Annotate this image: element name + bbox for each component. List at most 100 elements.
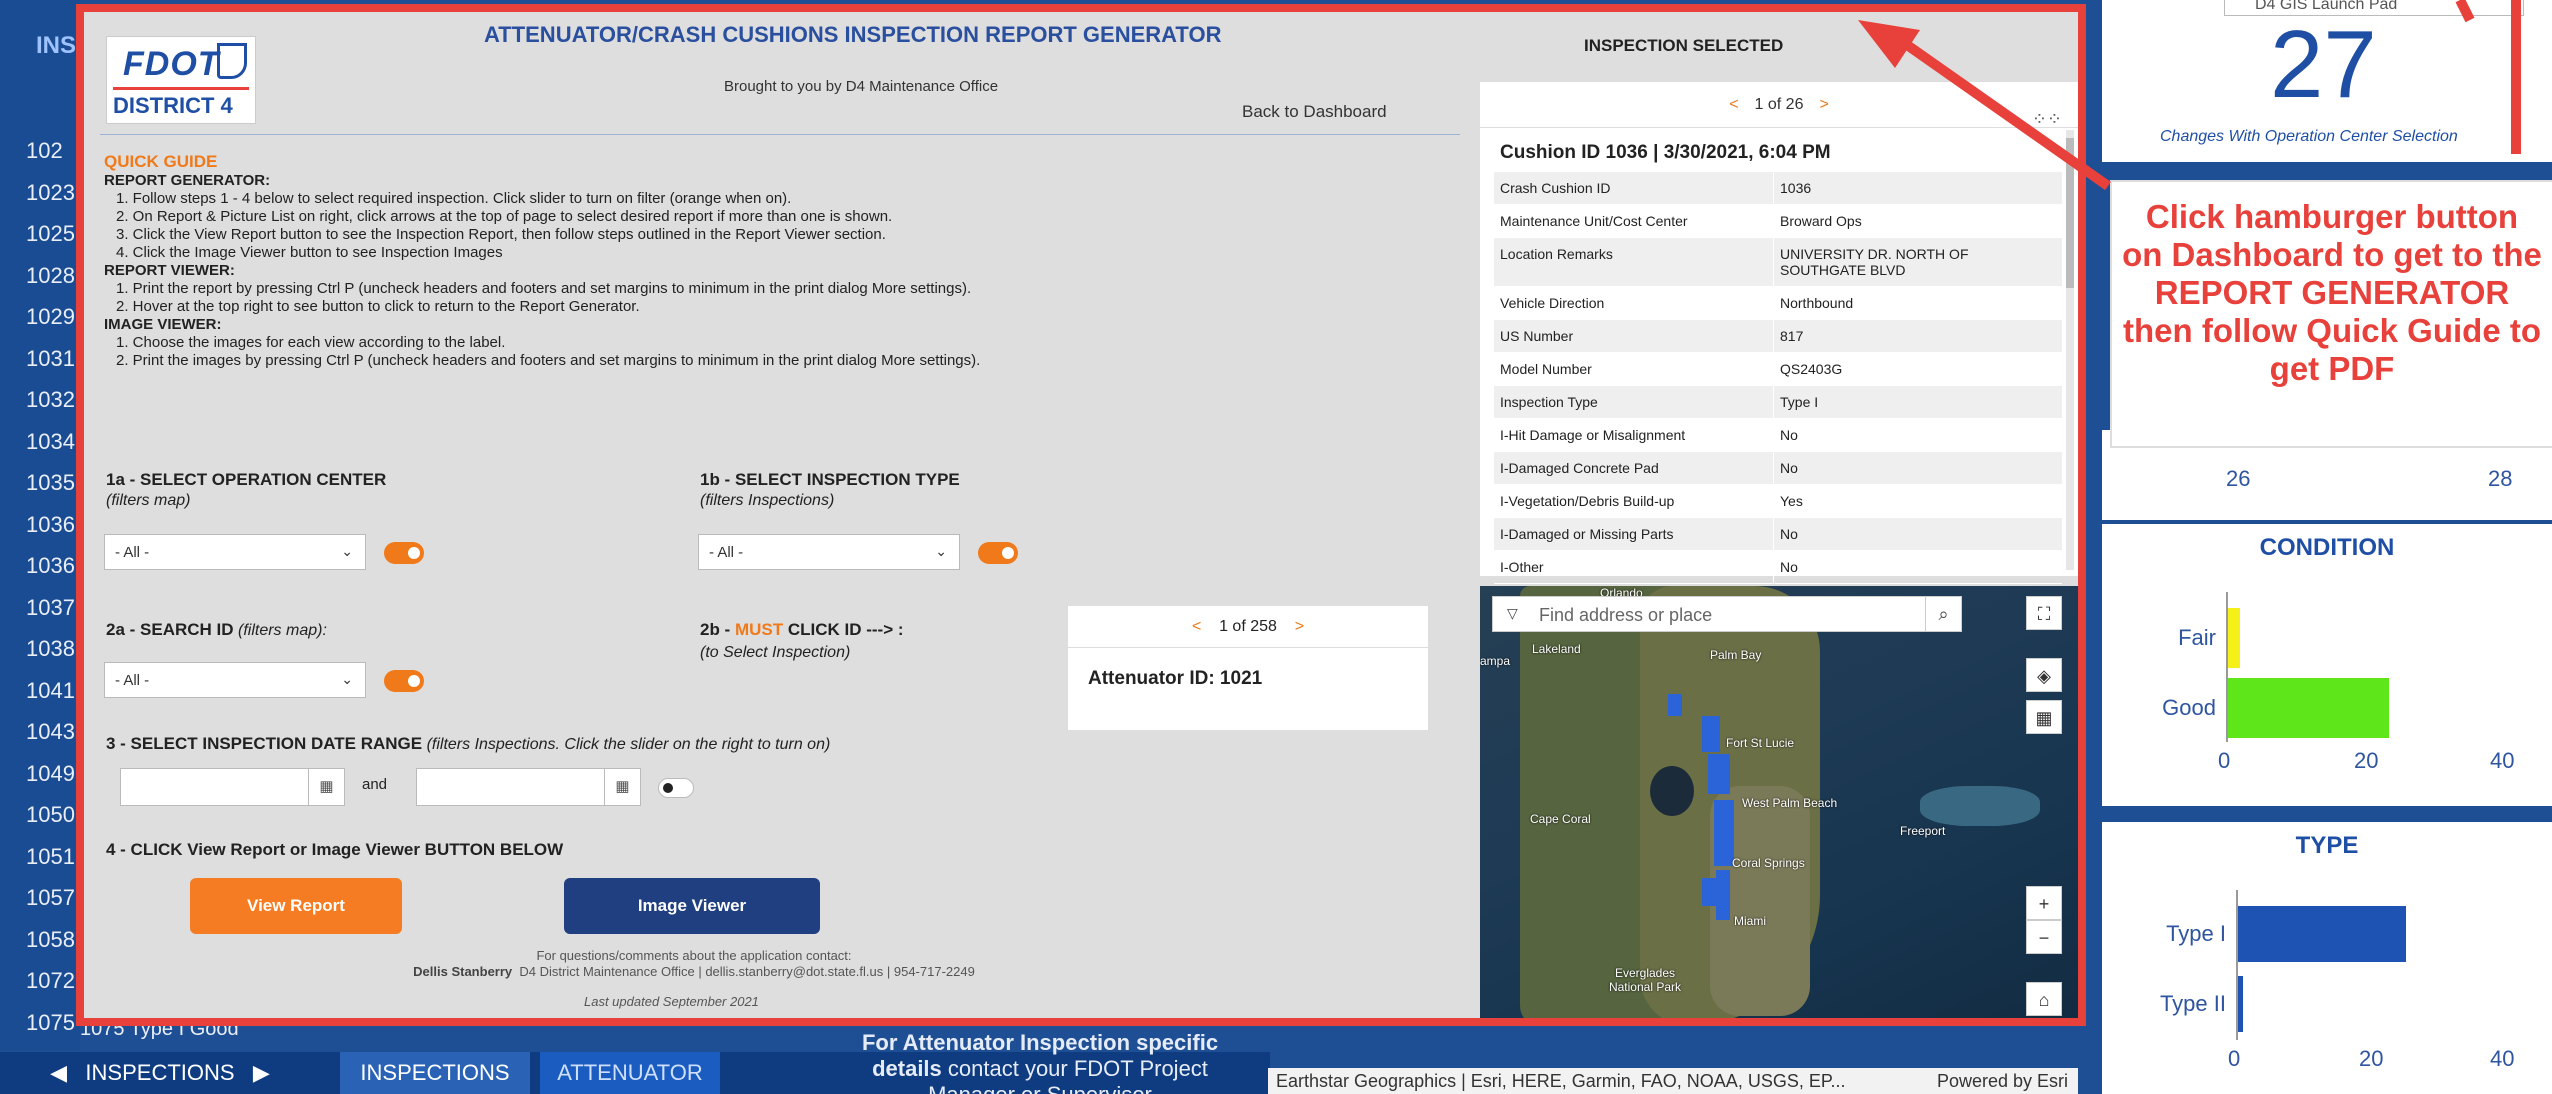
field-label: I-Other [1494, 551, 1774, 583]
left-list-item[interactable]: 1043 [0, 711, 80, 753]
inspection-type-filter-toggle[interactable] [978, 542, 1018, 564]
left-id-list: 102 1023 1025 1028 1029 1031 1032 1034 1035 1036 1… [0, 130, 80, 1043]
back-to-dashboard-link[interactable]: Back to Dashboard [1242, 102, 1387, 122]
field-value: No [1780, 559, 1798, 575]
inspection-row: Vehicle Direction Northbound [1494, 287, 2062, 320]
field-label: US Number [1494, 320, 1774, 352]
search-icon[interactable]: ⌕ [1925, 597, 1961, 631]
zoom-out-icon[interactable]: − [2026, 920, 2062, 954]
left-list-item[interactable]: 1028 [0, 255, 80, 297]
inspection-row: Inspection Type Type I [1494, 386, 2062, 419]
tab-attenuator[interactable]: ATTENUATOR [540, 1052, 720, 1094]
left-list-item[interactable]: 1035 [0, 462, 80, 504]
operation-center-filter-toggle[interactable] [384, 542, 424, 564]
chevron-right-icon[interactable]: ▶ [253, 1060, 270, 1085]
chevron-left-icon[interactable]: ◀ [50, 1060, 67, 1085]
search-id-filter-toggle[interactable] [384, 670, 424, 692]
zoom-in-icon[interactable]: + [2026, 886, 2062, 920]
search-id-select[interactable]: - All - ⌄ [104, 662, 366, 698]
condition-chart-title: CONDITION [2259, 534, 2395, 561]
left-list-item[interactable]: 1038 [0, 628, 80, 670]
inspection-row: I-Damaged Concrete Pad No [1494, 452, 2062, 485]
calendar-icon[interactable]: ▦ [308, 769, 344, 805]
map-search-input[interactable]: ▽ Find address or place ⌕ [1492, 596, 1962, 632]
left-list-item[interactable]: 1050 [0, 794, 80, 836]
inspection-type-select[interactable]: - All - ⌄ [698, 534, 960, 570]
home-icon[interactable]: ⌂ [2026, 982, 2062, 1016]
city-label: Cape Coral [1530, 812, 1591, 826]
city-label: Lakeland [1532, 642, 1581, 656]
basemap-gallery-icon[interactable]: ▦ [2026, 700, 2062, 734]
image-viewer-button[interactable]: Image Viewer [564, 878, 820, 934]
map-marker[interactable] [1702, 716, 1720, 752]
left-list-item[interactable]: 1072 [0, 960, 80, 1002]
view-report-button[interactable]: View Report [190, 878, 402, 934]
date-range-filter-toggle[interactable] [658, 778, 694, 798]
field-label: I-Vegetation/Debris Build-up [1494, 485, 1774, 517]
quick-guide-line: 1. Print the report by pressing Ctrl P (… [116, 280, 972, 297]
grid-view-icon[interactable]: ⁘⁘ [2032, 96, 2062, 142]
step-2a-label: 2a - SEARCH ID [106, 620, 234, 639]
calendar-icon[interactable]: ▦ [604, 769, 640, 805]
left-list-item[interactable]: 1023 [0, 172, 80, 214]
map-marker[interactable] [1668, 694, 1682, 716]
step-1b-sub: (filters Inspections) [700, 492, 835, 509]
chart-bar[interactable] [2226, 678, 2390, 738]
map-view[interactable]: Orlando Lakeland Palm Bay ampa Fort St L… [1480, 586, 2078, 1018]
field-value: 817 [1780, 328, 1804, 344]
prev-arrow-icon[interactable]: < [1713, 96, 1754, 113]
map-marker[interactable] [1702, 878, 1724, 906]
next-arrow-icon[interactable]: > [1803, 96, 1844, 113]
left-list-item[interactable]: 1036 [0, 504, 80, 546]
left-list-item[interactable]: 1037 [0, 587, 80, 629]
prev-arrow-icon[interactable]: < [1192, 618, 1201, 635]
category-label: Type I [2166, 921, 2226, 946]
attenuator-id[interactable]: Attenuator ID: 1021 [1088, 668, 1262, 690]
inspection-scrollbar[interactable] [2066, 130, 2074, 570]
left-list-item[interactable]: 1057 [0, 877, 80, 919]
layers-icon[interactable]: ◈ [2026, 658, 2062, 692]
left-list-item[interactable]: 1041 [0, 670, 80, 712]
step-4-label: 4 - CLICK View Report or Image Viewer BU… [106, 840, 564, 859]
left-list-item[interactable]: 102 [0, 130, 80, 172]
left-list-item[interactable]: 1025 [0, 213, 80, 255]
left-list-item[interactable]: 1034 [0, 421, 80, 463]
inspection-row: I-Hit Damage or Misalignment No [1494, 419, 2062, 452]
category-label: Type II [2159, 991, 2226, 1016]
field-value: Broward Ops [1780, 213, 1862, 229]
quick-guide-line: 2. Print the images by pressing Ctrl P (… [116, 352, 981, 369]
left-list-item[interactable]: 1051 [0, 836, 80, 878]
left-list-item[interactable]: 1075 [0, 1002, 80, 1044]
fullscreen-icon[interactable]: ⛶ [2026, 596, 2062, 630]
inspection-table: Crash Cushion ID 1036 Maintenance Unit/Cos… [1494, 172, 2062, 584]
florida-map-icon [217, 43, 247, 79]
map-marker[interactable] [1708, 754, 1730, 794]
chart-bar[interactable] [2226, 608, 2240, 668]
left-list-item[interactable]: 1031 [0, 338, 80, 380]
inspection-row: I-Vegetation/Debris Build-up Yes [1494, 485, 2062, 518]
quick-guide-line: REPORT VIEWER: [104, 262, 235, 279]
left-list-item[interactable]: 1036 [0, 545, 80, 587]
next-arrow-icon[interactable]: > [1295, 618, 1304, 635]
tab-inspections-left[interactable]: ◀ INSPECTIONS ▶ [30, 1052, 290, 1094]
chart-bar[interactable] [2236, 906, 2407, 962]
end-date-input[interactable]: ▦ [416, 768, 641, 806]
tick-label: 0 [2228, 1046, 2241, 1071]
step-1b-label: 1b - SELECT INSPECTION TYPE [700, 470, 960, 489]
city-label: West Palm Beach [1742, 796, 1838, 810]
map-marker[interactable] [1714, 800, 1734, 866]
attenuator-id-card[interactable]: < 1 of 258 > Attenuator ID: 1021 [1068, 606, 1428, 730]
operation-center-select[interactable]: - All - ⌄ [104, 534, 366, 570]
hist-tick-label: 26 [2226, 466, 2251, 491]
left-list-item[interactable]: 1049 [0, 753, 80, 795]
search-source-dropdown-icon[interactable]: ▽ [1507, 605, 1518, 622]
left-list-item[interactable]: 1029 [0, 296, 80, 338]
left-list-item[interactable]: 1032 [0, 379, 80, 421]
y-axis-line [2236, 890, 2238, 1040]
left-list-item[interactable]: 1058 [0, 919, 80, 961]
fdot-logo: FDOT DISTRICT 4 [106, 36, 256, 124]
field-label: I-Damaged Concrete Pad [1494, 452, 1774, 484]
start-date-input[interactable]: ▦ [120, 768, 345, 806]
field-value: Yes [1780, 493, 1803, 509]
tab-inspections[interactable]: INSPECTIONS [340, 1052, 530, 1094]
